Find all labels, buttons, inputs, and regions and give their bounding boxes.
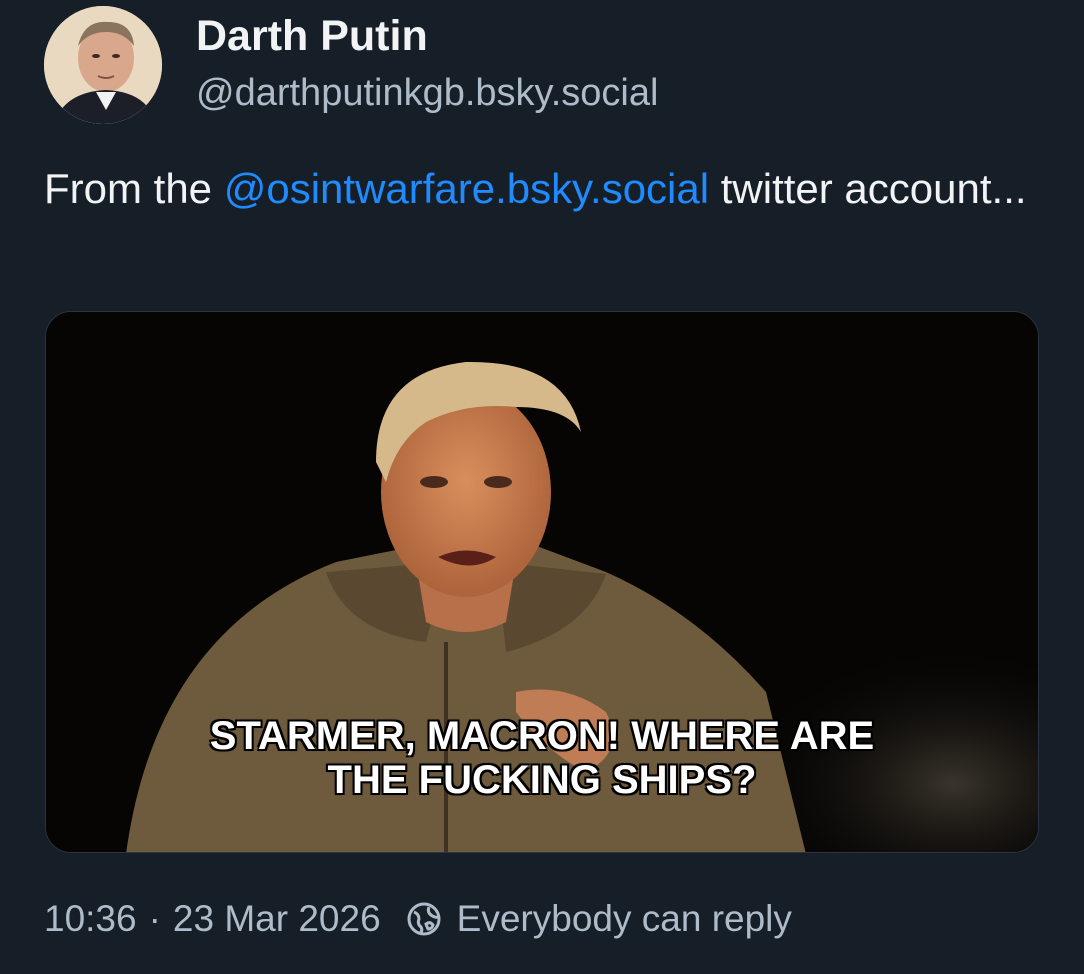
caption-line-2: THE FUCKING SHIPS? (327, 758, 757, 802)
globe-icon (405, 900, 443, 938)
reply-setting-label: Everybody can reply (456, 898, 792, 939)
separator: · (148, 898, 161, 939)
image-caption: STARMER, MACRON! WHERE ARE THE FUCKING S… (46, 714, 1038, 802)
post: Darth Putin @darthputinkgb.bsky.social F… (0, 0, 1084, 974)
caption-line-1: STARMER, MACRON! WHERE ARE (209, 714, 875, 758)
post-text-before: From the (44, 165, 224, 212)
reply-setting[interactable]: Everybody can reply (405, 898, 792, 940)
author-display-name[interactable]: Darth Putin (196, 12, 428, 61)
post-text-after: twitter account... (709, 165, 1027, 212)
post-image[interactable]: STARMER, MACRON! WHERE ARE THE FUCKING S… (45, 311, 1039, 853)
author-handle[interactable]: @darthputinkgb.bsky.social (196, 72, 658, 115)
post-time[interactable]: 10:36 (44, 898, 137, 940)
author-avatar[interactable] (44, 6, 162, 124)
post-date[interactable]: 23 Mar 2026 (173, 898, 381, 940)
post-footer: 10:36 · 23 Mar 2026 Everybody can reply (44, 898, 792, 940)
avatar-photo (44, 6, 162, 124)
post-text: From the @osintwarfare.bsky.social twitt… (44, 160, 1034, 218)
mention-link[interactable]: @osintwarfare.bsky.social (224, 165, 709, 212)
